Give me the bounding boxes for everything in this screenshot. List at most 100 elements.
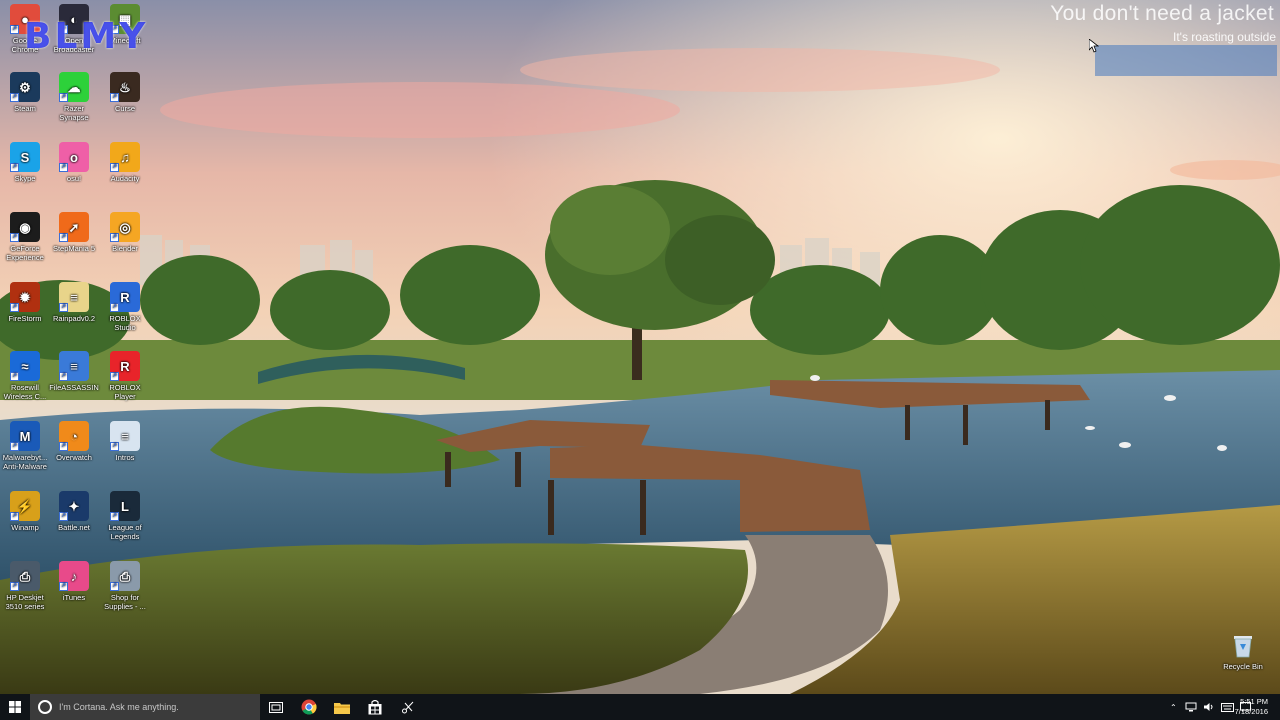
shortcut-arrow-icon: ↗ xyxy=(59,512,68,521)
desktop-icon-roblox-player[interactable]: R ↗ ROBLOX Player xyxy=(100,351,150,401)
shortcut-arrow-icon: ↗ xyxy=(59,442,68,451)
desktop-icon-steam[interactable]: ⚙ ↗ Steam xyxy=(0,72,50,113)
steam-icon: ⚙ ↗ xyxy=(10,72,40,102)
recycle-bin-icon xyxy=(1228,630,1258,660)
shortcut-arrow-icon: ↗ xyxy=(110,442,119,451)
desktop-icon-label: ROBLOX Player xyxy=(109,383,141,401)
taskbar: I'm Cortana. Ask me anything. ⌃ 5:51 PM … xyxy=(0,694,1280,720)
shortcut-arrow-icon: ↗ xyxy=(10,93,19,102)
task-view-icon xyxy=(269,701,283,713)
chrome-icon xyxy=(301,699,317,715)
desktop-icon-rainpad[interactable]: ≡ ↗ Rainpadv0.2 xyxy=(49,282,99,323)
desktop-icon-label: Audacity xyxy=(110,174,140,183)
desktop-icon-stepmania[interactable]: ➚ ↗ StepMania 5 xyxy=(49,212,99,253)
desktop-icon-label: FileASSASSIN xyxy=(49,383,99,392)
osu-icon: o ↗ xyxy=(59,142,89,172)
desktop-icon-label: Battle.net xyxy=(58,523,90,532)
itunes-icon: ♪ ↗ xyxy=(59,561,89,591)
desktop-icon-label: ROBLOX Studio xyxy=(109,314,141,332)
desktop-icon-razer[interactable]: ☁ ↗ Razer Synapse xyxy=(49,72,99,122)
shortcut-arrow-icon: ↗ xyxy=(59,303,68,312)
desktop-icon-lol[interactable]: L ↗ League of Legends xyxy=(100,491,150,541)
system-clock[interactable]: 5:51 PM 7/18/2016 xyxy=(1235,697,1268,717)
show-desktop-button[interactable] xyxy=(1272,694,1280,720)
nvidia-icon: ◉ ↗ xyxy=(10,212,40,242)
desktop-icon-label: Overwatch xyxy=(56,453,92,462)
shortcut-arrow-icon: ↗ xyxy=(59,93,68,102)
shortcut-arrow-icon: ↗ xyxy=(10,512,19,521)
file-icon: ≡ ↗ xyxy=(59,351,89,381)
desktop-icon-audacity[interactable]: ♫ ↗ Audacity xyxy=(100,142,150,183)
keyboard-icon[interactable] xyxy=(1220,702,1234,712)
file-icon: ≡ ↗ xyxy=(59,282,89,312)
task-view-button[interactable] xyxy=(260,694,292,720)
shortcut-arrow-icon: ↗ xyxy=(110,93,119,102)
desktop-icon-label: Malwarebyt... Anti-Malware xyxy=(2,453,48,471)
desktop-icon-roblox-studio[interactable]: R ↗ ROBLOX Studio xyxy=(100,282,150,332)
desktop-icon-skype[interactable]: S ↗ Skype xyxy=(0,142,50,183)
desktop-icon-blender[interactable]: ◎ ↗ Blender xyxy=(100,212,150,253)
printer-icon: ⎙ ↗ xyxy=(110,561,140,591)
shortcut-arrow-icon: ↗ xyxy=(110,163,119,172)
desktop-icon-osu[interactable]: o ↗ osu! xyxy=(49,142,99,183)
desktop-icon-label: Shop for Supplies - ... xyxy=(104,593,146,611)
shortcut-arrow-icon: ↗ xyxy=(10,582,19,591)
league-icon: L ↗ xyxy=(110,491,140,521)
folder-icon xyxy=(334,702,350,714)
desktop-icon-firestorm[interactable]: ✹ ↗ FireStorm xyxy=(0,282,50,323)
desktop-icon-malwarebytes[interactable]: M ↗ Malwarebyt... Anti-Malware xyxy=(0,421,50,471)
desktop-icon-label: League of Legends xyxy=(108,523,142,541)
desktop-icon-battlenet[interactable]: ✦ ↗ Battle.net xyxy=(49,491,99,532)
desktop-icon-label: Razer Synapse xyxy=(59,104,89,122)
taskbar-file-explorer[interactable] xyxy=(326,694,358,720)
start-button[interactable] xyxy=(0,694,30,720)
network-icon[interactable] xyxy=(1185,702,1197,712)
wireless-icon: ≈ ↗ xyxy=(10,351,40,381)
desktop-icon-label: HP Deskjet 3510 series xyxy=(5,593,45,611)
desktop-icon-fileassassin[interactable]: ≡ ↗ FileASSASSIN xyxy=(49,351,99,392)
desktop-icon-shop-supplies[interactable]: ⎙ ↗ Shop for Supplies - ... xyxy=(100,561,150,611)
store-bag-icon xyxy=(368,699,382,714)
shortcut-arrow-icon: ↗ xyxy=(59,582,68,591)
shortcut-arrow-icon: ↗ xyxy=(59,163,68,172)
taskbar-chrome[interactable] xyxy=(293,694,325,720)
recycle-bin[interactable]: Recycle Bin xyxy=(1218,630,1268,671)
desktop-icon-label: osu! xyxy=(66,174,82,183)
shortcut-arrow-icon: ↗ xyxy=(110,372,119,381)
desktop-icon-label: iTunes xyxy=(62,593,86,602)
taskbar-snipping-tool[interactable] xyxy=(392,694,424,720)
desktop-icon-label: FireStorm xyxy=(8,314,42,323)
roblox-icon: R ↗ xyxy=(110,351,140,381)
desktop-icon-label: Rosewill Wireless C... xyxy=(3,383,47,401)
roblox-studio-icon: R ↗ xyxy=(110,282,140,312)
mouse-cursor-icon xyxy=(1089,39,1099,53)
stepmania-icon: ➚ ↗ xyxy=(59,212,89,242)
shortcut-arrow-icon: ↗ xyxy=(110,512,119,521)
desktop-icon-winamp[interactable]: ⚡ ↗ Winamp xyxy=(0,491,50,532)
desktop-icon-geforce[interactable]: ◉ ↗ GeForce Experience xyxy=(0,212,50,262)
tray-chevron-up-icon[interactable]: ⌃ xyxy=(1170,703,1177,712)
shortcut-arrow-icon: ↗ xyxy=(10,303,19,312)
cortana-search-box[interactable]: I'm Cortana. Ask me anything. xyxy=(30,694,260,720)
printer-icon: ⎙ ↗ xyxy=(10,561,40,591)
desktop-icon-rosewill[interactable]: ≈ ↗ Rosewill Wireless C... xyxy=(0,351,50,401)
malwarebytes-icon: M ↗ xyxy=(10,421,40,451)
desktop-icon-label: Skype xyxy=(14,174,36,183)
desktop-icon-curse[interactable]: ♨ ↗ Curse xyxy=(100,72,150,113)
firestorm-icon: ✹ ↗ xyxy=(10,282,40,312)
scissors-icon xyxy=(402,701,414,714)
desktop-icon-overwatch[interactable]: ◔ ↗ Overwatch xyxy=(49,421,99,462)
watermark-logo: BLMY xyxy=(24,16,149,57)
cortana-icon xyxy=(38,700,52,714)
desktop-icon-label: Blender xyxy=(112,244,138,253)
desktop-icon-itunes[interactable]: ♪ ↗ iTunes xyxy=(49,561,99,602)
volume-icon[interactable] xyxy=(1203,702,1215,712)
desktop-icon-label: GeForce Experience xyxy=(6,244,44,262)
taskbar-store[interactable] xyxy=(359,694,391,720)
curse-icon: ♨ ↗ xyxy=(110,72,140,102)
file-icon: ≡ ↗ xyxy=(110,421,140,451)
desktop-icon-intros[interactable]: ≡ ↗ Intros xyxy=(100,421,150,462)
desktop-icon-label: Rainpadv0.2 xyxy=(52,314,96,323)
audacity-icon: ♫ ↗ xyxy=(110,142,140,172)
desktop-icon-hp-deskjet[interactable]: ⎙ ↗ HP Deskjet 3510 series xyxy=(0,561,50,611)
